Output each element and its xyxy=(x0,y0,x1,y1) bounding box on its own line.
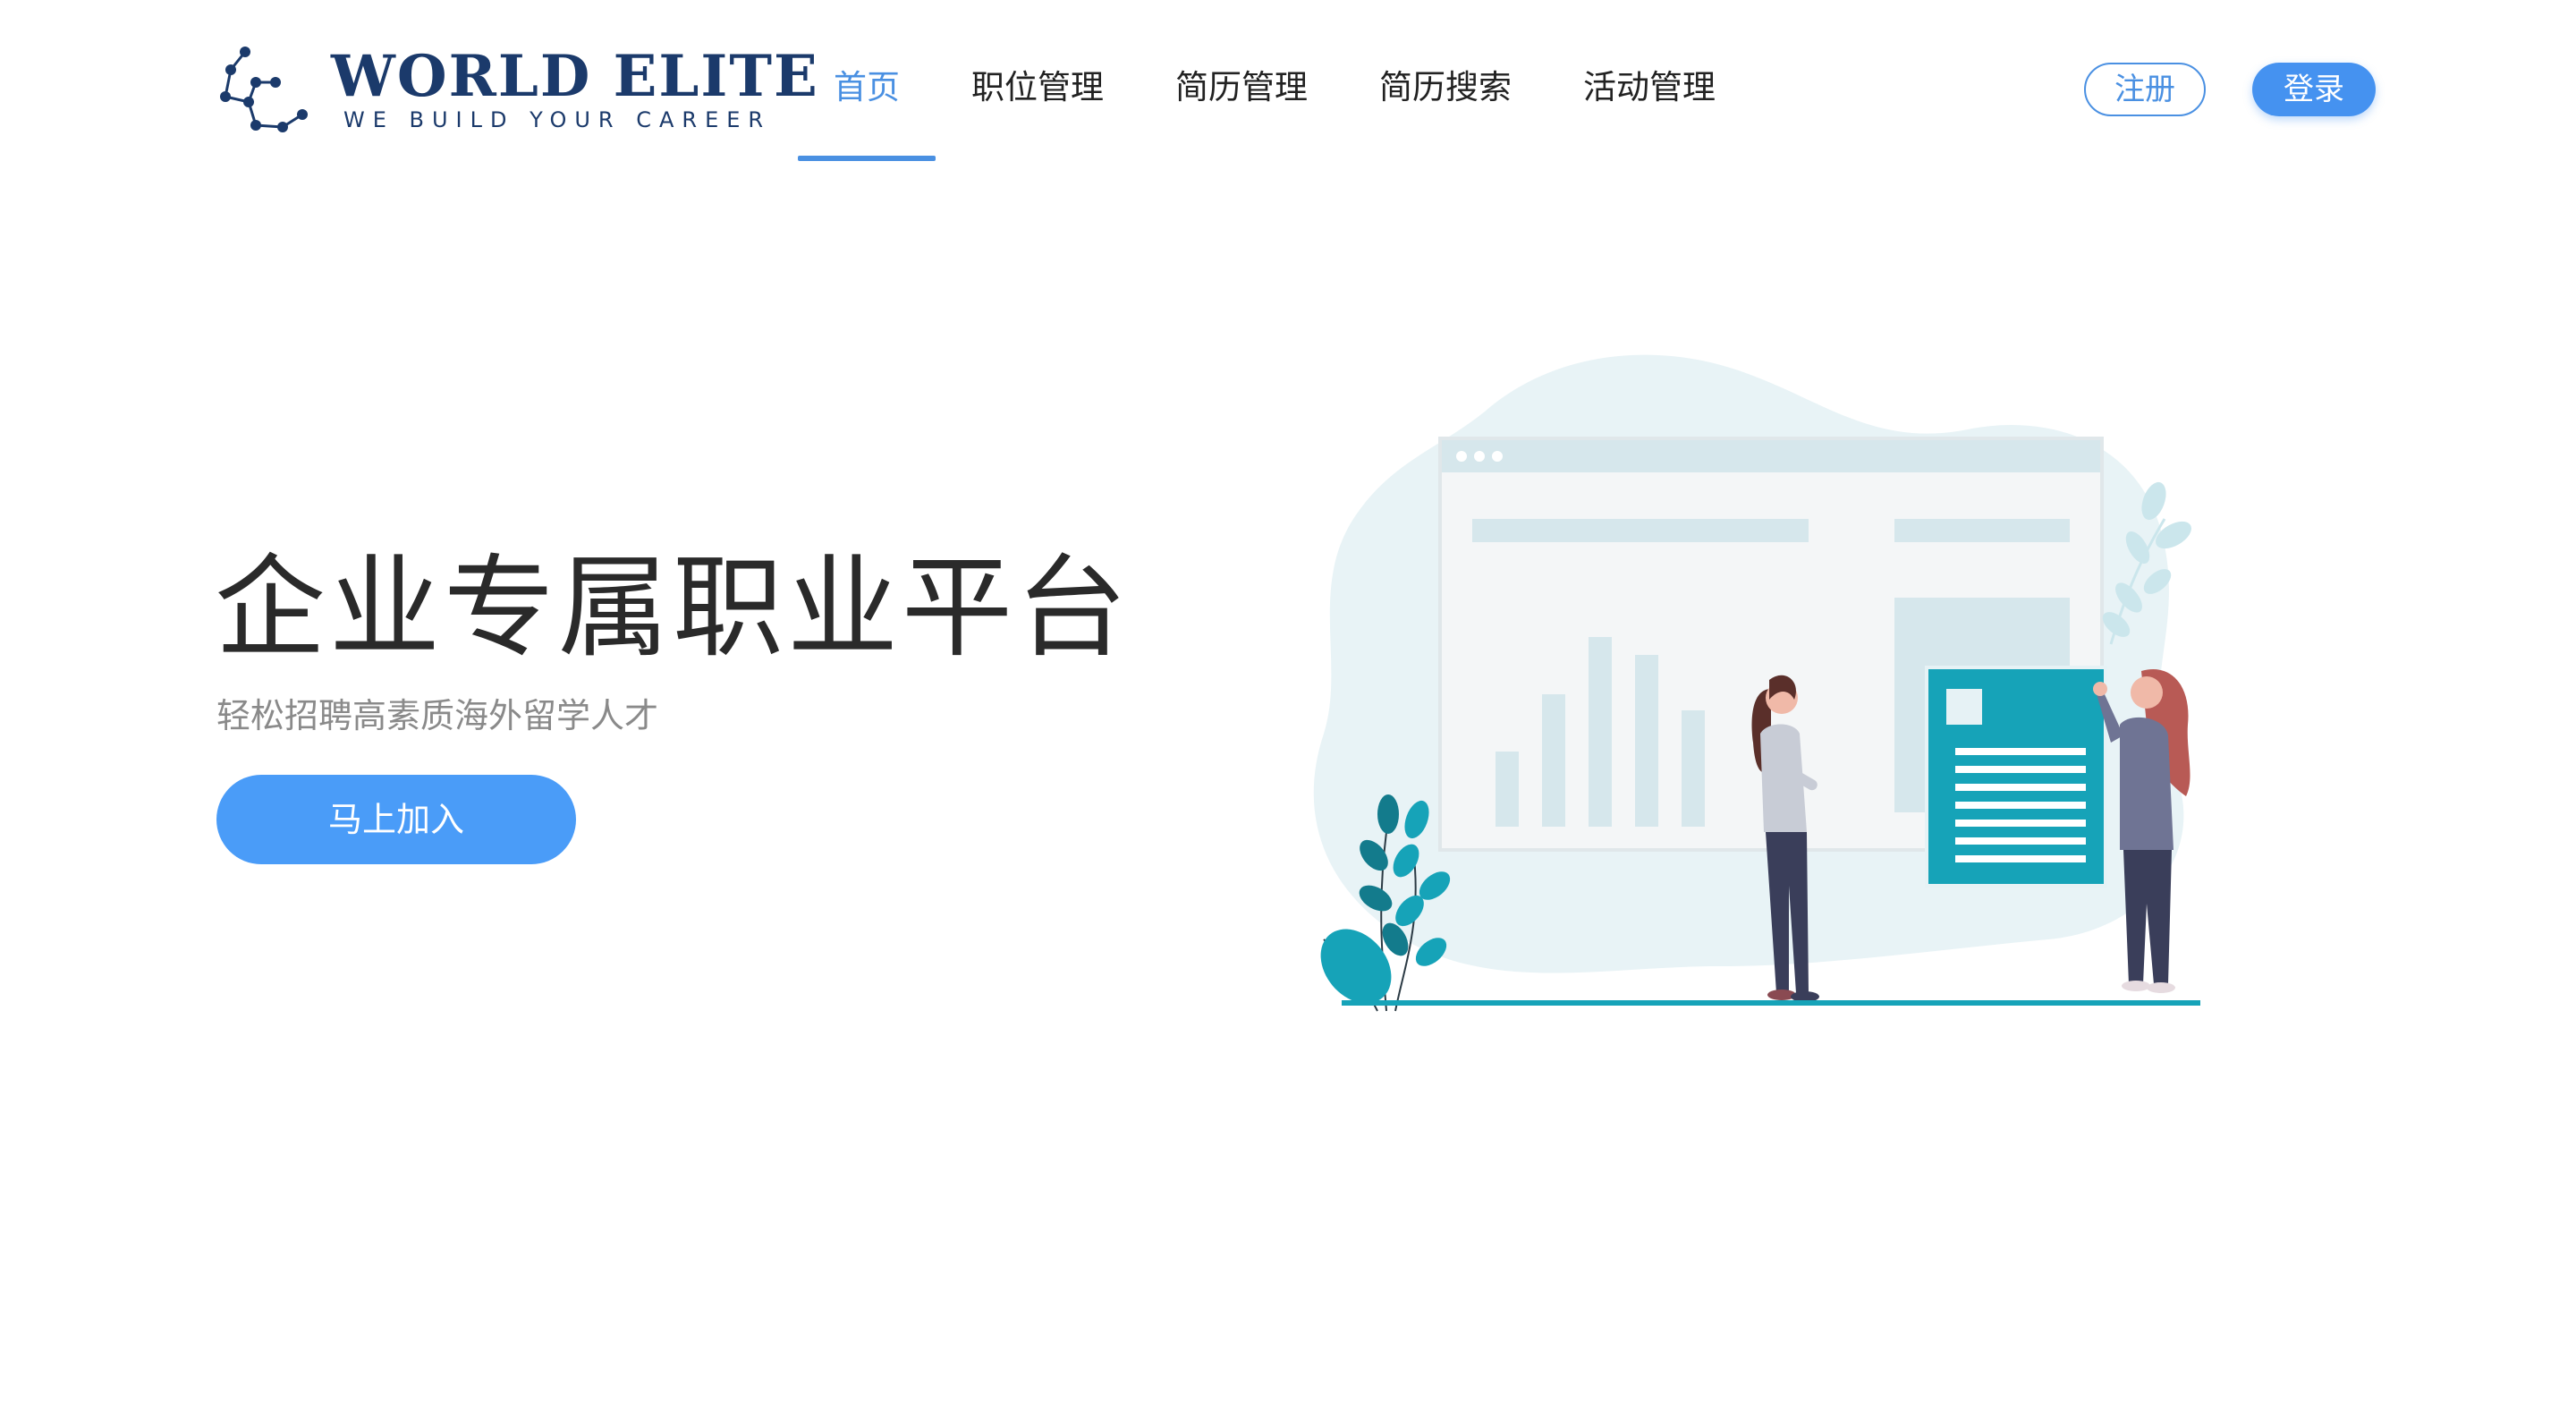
ground-line xyxy=(1342,1000,2200,1006)
molecule-logo-icon xyxy=(220,47,308,132)
hero-title: 企业专属职业平台 xyxy=(215,544,1131,673)
hero-illustration xyxy=(1313,354,2200,1012)
nav-item-event-management[interactable]: 活动管理 xyxy=(1547,54,1751,161)
nav-item-resume-search[interactable]: 简历搜索 xyxy=(1343,54,1547,161)
document-card-icon xyxy=(1925,666,2107,888)
page: WORLD ELITE WE BUILD YOUR CAREER 首页 职位管理… xyxy=(0,0,2576,1410)
join-now-button[interactable]: 马上加入 xyxy=(216,775,576,864)
brand-logo[interactable]: WORLD ELITE WE BUILD YOUR CAREER xyxy=(213,43,818,141)
login-button[interactable]: 登录 xyxy=(2252,63,2376,116)
nav-item-job-management[interactable]: 职位管理 xyxy=(936,54,1140,161)
brand-title: WORLD ELITE xyxy=(331,43,819,110)
nav-item-home[interactable]: 首页 xyxy=(798,54,936,161)
nav-item-resume-management[interactable]: 简历管理 xyxy=(1140,54,1343,161)
main-nav: 首页 职位管理 简历管理 简历搜索 活动管理 xyxy=(798,54,1751,165)
hero-subtitle: 轻松招聘高素质海外留学人才 xyxy=(216,696,659,735)
register-button[interactable]: 注册 xyxy=(2084,63,2206,116)
brand-tagline: WE BUILD YOUR CAREER xyxy=(343,107,772,132)
